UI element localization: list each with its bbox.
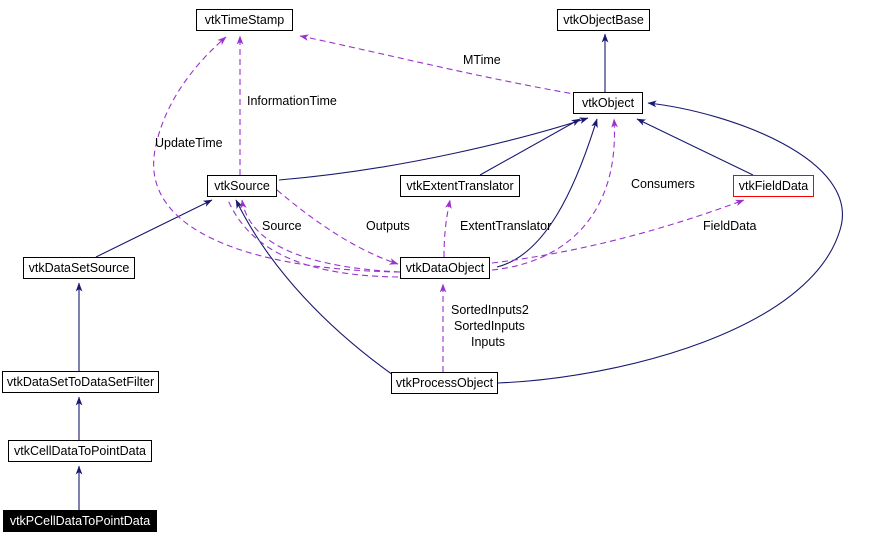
node-vtkFieldData[interactable]: vtkFieldData xyxy=(733,175,814,197)
label-text: Consumers xyxy=(631,177,695,191)
node-vtkObject[interactable]: vtkObject xyxy=(573,92,643,114)
label-text: SortedInputs2 xyxy=(451,303,529,317)
edge-label-inputs: Inputs xyxy=(471,335,505,349)
node-label: vtkDataSetSource xyxy=(28,260,130,275)
label-text: Source xyxy=(262,219,302,233)
edge-label-sortedinputs: SortedInputs xyxy=(454,319,525,333)
label-text: Outputs xyxy=(366,219,410,233)
node-label: vtkDataObject xyxy=(405,260,485,275)
label-text: ExtentTranslator xyxy=(460,219,552,233)
node-vtkTimeStamp[interactable]: vtkTimeStamp xyxy=(196,9,293,31)
node-label: vtkPCellDataToPointData xyxy=(9,513,151,528)
node-label: vtkExtentTranslator xyxy=(406,178,514,193)
node-vtkProcessObject[interactable]: vtkProcessObject xyxy=(391,372,498,394)
node-label: vtkObject xyxy=(581,95,635,110)
node-vtkDataSetSource[interactable]: vtkDataSetSource xyxy=(23,257,135,279)
edge-mtime xyxy=(299,34,581,96)
edge-vtkFieldData-to-vtkObject xyxy=(636,118,754,176)
node-label: vtkDataSetToDataSetFilter xyxy=(6,374,155,389)
edge-updatetime xyxy=(153,36,401,273)
node-vtkExtentTranslator[interactable]: vtkExtentTranslator xyxy=(400,175,520,197)
node-vtkCellDataToPointData[interactable]: vtkCellDataToPointData xyxy=(8,440,152,462)
edge-label-mtime: MTime xyxy=(463,53,501,67)
usage-edges xyxy=(153,34,745,372)
edge-vtkProcessObject-to-vtkObject xyxy=(497,100,843,384)
node-label: vtkCellDataToPointData xyxy=(13,443,146,458)
edge-source xyxy=(240,199,401,273)
node-label: vtkObjectBase xyxy=(563,12,644,27)
label-text: FieldData xyxy=(703,219,757,233)
edge-vtkExtentTranslator-to-vtkObject xyxy=(479,118,581,176)
node-label: vtkProcessObject xyxy=(395,375,494,390)
node-label: vtkTimeStamp xyxy=(204,12,285,27)
edge-label-consumers: Consumers xyxy=(631,177,695,191)
label-text: Inputs xyxy=(471,335,506,349)
node-vtkDataObject[interactable]: vtkDataObject xyxy=(400,257,490,279)
collaboration-diagram: vtkTimeStamp vtkObjectBase vtkObject vtk… xyxy=(0,0,876,544)
edge-label-updatetime: UpdateTime xyxy=(155,136,223,150)
node-vtkSource[interactable]: vtkSource xyxy=(207,175,277,197)
node-label: vtkFieldData xyxy=(738,178,809,193)
label-text: MTime xyxy=(463,53,501,67)
edge-source-secondary xyxy=(227,199,399,278)
edge-label-fielddata: FieldData xyxy=(703,219,757,233)
edge-extenttranslator xyxy=(443,199,452,258)
edge-vtkSource-to-vtkObject xyxy=(278,117,589,181)
edge-label-outputs: Outputs xyxy=(366,219,410,233)
node-vtkDataSetToDataSetFilter[interactable]: vtkDataSetToDataSetFilter xyxy=(2,371,159,393)
label-text: InformationTime xyxy=(247,94,337,108)
node-vtkPCellDataToPointData[interactable]: vtkPCellDataToPointData xyxy=(3,510,157,532)
edge-label-extenttranslator: ExtentTranslator xyxy=(460,219,551,233)
label-text: SortedInputs xyxy=(454,319,525,333)
label-text: UpdateTime xyxy=(155,136,223,150)
edge-label-sortedinputs2: SortedInputs2 xyxy=(451,303,529,317)
node-label: vtkSource xyxy=(214,178,270,193)
edge-label-source: Source xyxy=(262,219,302,233)
node-vtkObjectBase[interactable]: vtkObjectBase xyxy=(557,9,650,31)
edge-label-informationtime: InformationTime xyxy=(247,94,337,108)
